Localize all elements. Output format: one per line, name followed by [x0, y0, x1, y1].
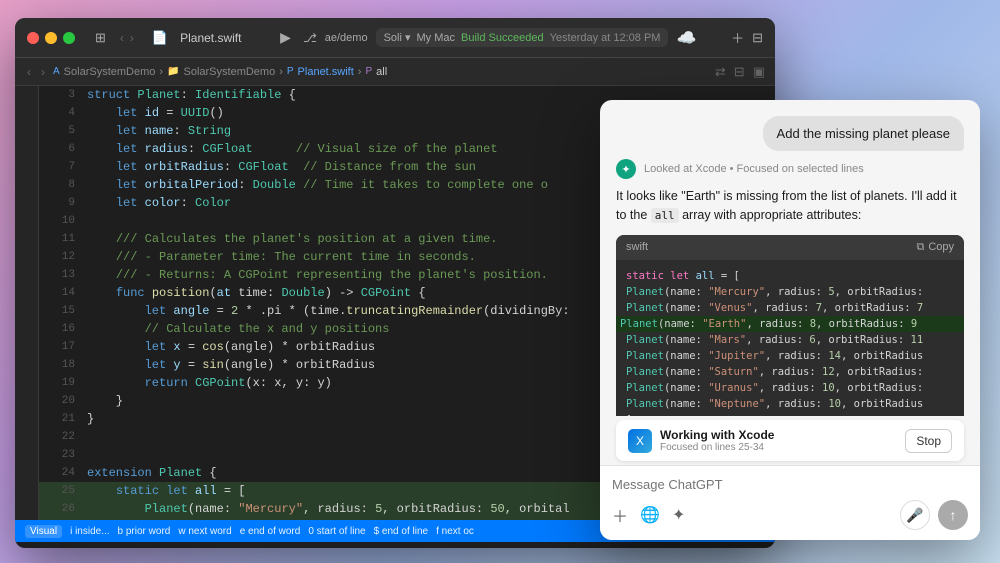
- mic-button[interactable]: 🎤: [900, 500, 930, 530]
- shortcut-end: e end of word: [240, 526, 301, 537]
- left-gutter: [15, 86, 39, 520]
- breadcrumb-sep-2: ›: [279, 66, 283, 78]
- breadcrumb-item-3[interactable]: P: [287, 66, 294, 77]
- build-success-label: Build Succeeded: [461, 32, 544, 44]
- back-arrow-icon[interactable]: ‹: [118, 31, 126, 45]
- secondary-toolbar-right: ⇄ ⊟ ▣: [715, 64, 765, 80]
- mode-tag: Visual: [25, 525, 62, 538]
- breadcrumb: A SolarSystemDemo › 📁 SolarSystemDemo › …: [53, 66, 387, 78]
- code-ref-all: all: [651, 208, 679, 223]
- user-message-area: Add the missing planet please: [600, 100, 980, 159]
- title-bar: ⊞ ‹ › 📄 Planet.swift ▶ ⎇ ae/demo Soli ▾ …: [15, 18, 775, 58]
- build-status: Soli ▾ My Mac Build Succeeded Yesterday …: [376, 28, 669, 47]
- stop-button[interactable]: Stop: [905, 429, 952, 453]
- toolbar-right: ＋ ⊟: [731, 28, 763, 47]
- chat-code-body: static let all = [ Planet(name: "Mercury…: [616, 260, 964, 417]
- chat-input-area: ＋ 🌐 ✦ 🎤 ↑: [600, 465, 980, 540]
- play-button[interactable]: ▶: [280, 29, 291, 46]
- breadcrumb-label-2: SolarSystemDemo: [184, 66, 276, 78]
- chat-toolbar: ＋ 🌐 ✦ 🎤 ↑: [612, 500, 968, 530]
- assistant-intro: It looks like "Earth" is missing from th…: [616, 187, 964, 225]
- git-icon: ⎇: [303, 31, 317, 45]
- xcode-app-icon: X: [628, 429, 652, 453]
- nav-arrows: ‹ ›: [118, 31, 136, 45]
- sidebar-toggle-icon[interactable]: ⊞: [91, 28, 110, 48]
- user-message-bubble: Add the missing planet please: [763, 116, 964, 151]
- maximize-button[interactable]: [63, 32, 75, 44]
- sparkle-button[interactable]: ✦: [672, 505, 685, 525]
- secondary-toolbar: ‹ › A SolarSystemDemo › 📁 SolarSystemDem…: [15, 58, 775, 86]
- gpt-icon: ✦: [616, 159, 636, 179]
- file-icon: 📄: [148, 28, 172, 48]
- breadcrumb-item-2[interactable]: 📁: [167, 66, 179, 77]
- chat-code-line-2: Planet(name: "Mercury", radius: 5, orbit…: [626, 284, 954, 300]
- assistant-intro2: array with appropriate attributes:: [679, 208, 862, 222]
- cloud-icon: ☁️: [676, 28, 696, 48]
- chat-code-block: swift ⧉ Copy static let all = [ Planet(n…: [616, 235, 964, 417]
- assistant-header: ✦ Looked at Xcode • Focused on selected …: [616, 159, 964, 179]
- working-banner: X Working with Xcode Focused on lines 25…: [616, 420, 964, 461]
- add-attachment-button[interactable]: ＋: [612, 503, 628, 527]
- branch-label: ae/demo: [325, 32, 368, 44]
- chat-code-line-3: Planet(name: "Venus", radius: 7, orbitRa…: [626, 300, 954, 316]
- globe-button[interactable]: 🌐: [640, 505, 660, 525]
- shortcut-next: w next word: [178, 526, 231, 537]
- minimize-button[interactable]: [45, 32, 57, 44]
- chat-code-header: swift ⧉ Copy: [616, 235, 964, 260]
- chat-code-line-7: Planet(name: "Uranus", radius: 10, orbit…: [626, 380, 954, 396]
- shortcut-inside: i inside...: [70, 526, 109, 537]
- chat-code-line-8: Planet(name: "Neptune", radius: 10, orbi…: [626, 396, 954, 412]
- close-button[interactable]: [27, 32, 39, 44]
- diff-icon[interactable]: ⇄: [715, 64, 726, 80]
- breadcrumb-sep-1: ›: [159, 66, 163, 78]
- working-left: X Working with Xcode Focused on lines 25…: [628, 428, 774, 453]
- chat-input[interactable]: [612, 477, 968, 492]
- title-center: ▶ ⎇ ae/demo Soli ▾ My Mac Build Succeede…: [249, 28, 723, 48]
- chat-code-line-earth: Planet(name: "Earth", radius: 8, orbitRa…: [616, 316, 964, 332]
- breadcrumb-sep-3: ›: [358, 66, 362, 78]
- shortcut-start: 0 start of line: [308, 526, 365, 537]
- user-message-text: Add the missing planet please: [777, 126, 950, 141]
- add-icon[interactable]: ＋: [731, 28, 744, 47]
- chat-panel: Add the missing planet please ✦ Looked a…: [600, 100, 980, 540]
- send-button[interactable]: ↑: [938, 500, 968, 530]
- shortcut-find: f next oc: [436, 526, 474, 537]
- breadcrumb-label-4[interactable]: all: [376, 66, 387, 78]
- assistant-meta: Looked at Xcode • Focused on selected li…: [644, 163, 864, 175]
- chat-toolbar-left: ＋ 🌐 ✦: [612, 503, 685, 527]
- chat-code-line-4: Planet(name: "Mars", radius: 6, orbitRad…: [626, 332, 954, 348]
- chat-toolbar-right: 🎤 ↑: [900, 500, 968, 530]
- copy-icon: ⧉: [916, 241, 924, 254]
- chat-code-line-close: ]: [626, 412, 954, 417]
- traffic-lights: [27, 32, 75, 44]
- shortcut-prior: b prior word: [118, 526, 171, 537]
- build-time-label: Yesterday at 12:08 PM: [550, 32, 661, 44]
- file-tab-label[interactable]: Planet.swift: [180, 31, 241, 45]
- forward-arrow-icon[interactable]: ›: [128, 31, 136, 45]
- working-title: Working with Xcode: [660, 428, 774, 442]
- chat-code-line-1: static let all = [: [626, 268, 954, 284]
- chat-code-line-6: Planet(name: "Saturn", radius: 12, orbit…: [626, 364, 954, 380]
- working-sub: Focused on lines 25-34: [660, 442, 774, 453]
- device-label: My Mac: [417, 32, 456, 44]
- breadcrumb-item-4[interactable]: P: [365, 66, 372, 77]
- copy-button[interactable]: ⧉ Copy: [916, 241, 954, 254]
- code-lang-label: swift: [626, 241, 648, 253]
- working-info: Working with Xcode Focused on lines 25-3…: [660, 428, 774, 453]
- layout2-icon[interactable]: ⊟: [734, 64, 745, 80]
- copy-label: Copy: [928, 241, 954, 253]
- back-icon[interactable]: ‹: [25, 65, 33, 79]
- breadcrumb-label-3[interactable]: Planet.swift: [298, 66, 354, 78]
- breadcrumb-label-1: SolarSystemDemo: [64, 66, 156, 78]
- assistant-area: ✦ Looked at Xcode • Focused on selected …: [600, 159, 980, 416]
- chat-code-line-5: Planet(name: "Jupiter", radius: 14, orbi…: [626, 348, 954, 364]
- shortcut-eol: $ end of line: [374, 526, 429, 537]
- breadcrumb-item-1[interactable]: A: [53, 66, 60, 77]
- scheme-label: Soli ▾: [384, 31, 411, 44]
- fwd-icon[interactable]: ›: [39, 65, 47, 79]
- layout-icon[interactable]: ⊟: [752, 30, 763, 46]
- panel-icon[interactable]: ▣: [753, 64, 765, 80]
